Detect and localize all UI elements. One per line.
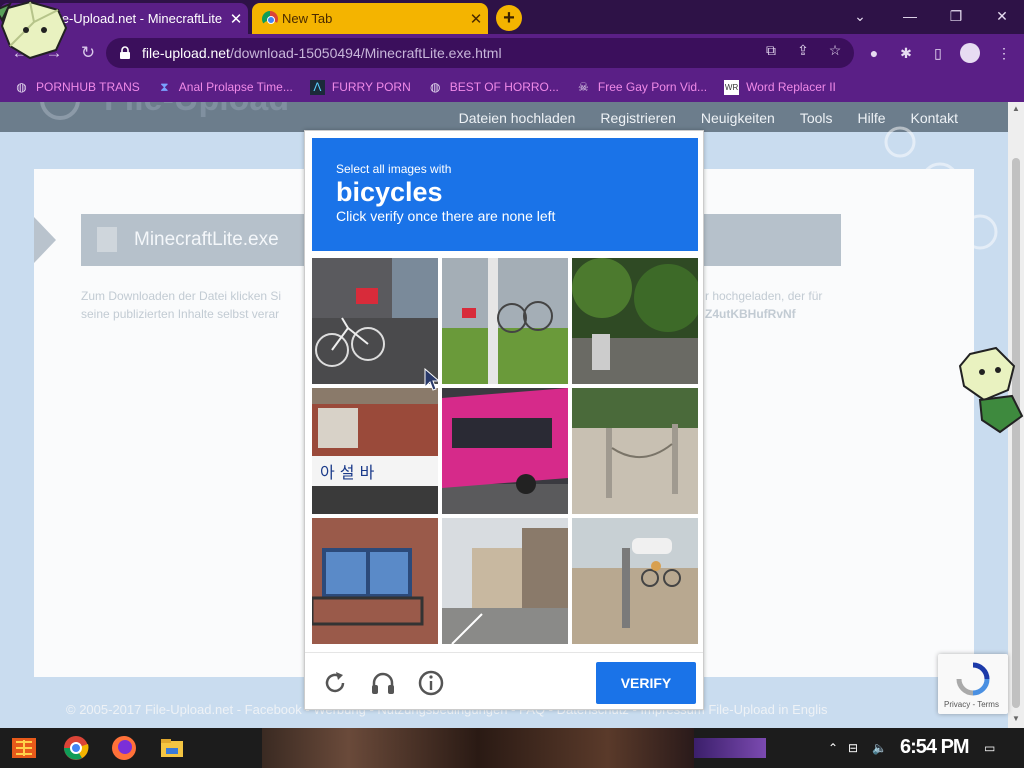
- nav-tools[interactable]: Tools: [800, 110, 833, 126]
- mouse-cursor-icon: [424, 368, 440, 391]
- captcha-tile-7[interactable]: [312, 518, 438, 644]
- info-icon[interactable]: [417, 669, 445, 697]
- image-grid: 아 설 바: [312, 258, 698, 644]
- lambda-icon: Λ: [309, 79, 325, 95]
- browser-toolbar: ← → ↻ file-upload.net/download-15050494/…: [0, 34, 1024, 72]
- audio-challenge-icon[interactable]: [369, 669, 397, 697]
- bookmark-icon: ⧗: [160, 79, 169, 94]
- tab-close-icon[interactable]: ✕: [224, 10, 248, 28]
- extensions-puzzle-icon[interactable]: ✱: [896, 43, 916, 63]
- scroll-up-icon[interactable]: ▲: [1011, 104, 1021, 113]
- captcha-tile-2[interactable]: [442, 258, 568, 384]
- file-name: MinecraftLite.exe: [134, 229, 279, 250]
- gem-character-sticker-icon: [0, 0, 68, 60]
- nav-news[interactable]: Neuigkeiten: [701, 110, 775, 126]
- bookmark-star-icon[interactable]: ☆: [826, 41, 844, 59]
- lock-icon[interactable]: [118, 46, 132, 60]
- volume-icon[interactable]: 🔈: [872, 741, 887, 755]
- taskbar-wallpaper: [262, 728, 694, 768]
- scroll-down-icon[interactable]: ▼: [1011, 714, 1021, 723]
- challenge-help: Click verify once there are none left: [336, 208, 556, 224]
- captcha-tile-5[interactable]: [442, 388, 568, 514]
- firefox-taskbar-icon[interactable]: [110, 734, 138, 762]
- bookmark-item[interactable]: ☠ Free Gay Porn Vid...: [576, 80, 707, 95]
- captcha-tile-1[interactable]: [312, 258, 438, 384]
- captcha-tile-4[interactable]: 아 설 바: [312, 388, 438, 514]
- site-logo[interactable]: File-Upload: [104, 102, 289, 119]
- captcha-tile-6[interactable]: [572, 388, 698, 514]
- wr-icon: WR: [724, 79, 740, 95]
- site-logo-ring-icon: [40, 102, 80, 120]
- side-panel-icon[interactable]: ▯: [928, 43, 948, 63]
- svg-text:아 설 바: 아 설 바: [320, 463, 375, 482]
- menu-kebab-icon[interactable]: ⋮: [994, 43, 1014, 63]
- file-explorer-taskbar-icon[interactable]: [158, 734, 186, 762]
- taskbar-clock[interactable]: 6:54 PM: [900, 736, 970, 759]
- profile-avatar[interactable]: [960, 43, 980, 63]
- tab-title: New Tab: [282, 11, 333, 26]
- gem-character-sticker-icon: [958, 346, 1024, 434]
- bookmark-item[interactable]: ◍ BEST OF HORRO...: [428, 80, 559, 95]
- reload-challenge-icon[interactable]: [321, 669, 349, 697]
- captcha-tile-9[interactable]: [572, 518, 698, 644]
- site-header: File-Upload Dateien hochladen Registrier…: [0, 102, 1008, 132]
- windows-taskbar: ⌃ ⊟ 🔈 6:54 PM ▭: [0, 728, 1024, 768]
- bookmarks-bar: ◍ PORNHUB TRANS ⧗ Anal Prolapse Time... ΛF…: [0, 72, 1024, 102]
- file-icon: [97, 227, 117, 252]
- address-bar[interactable]: file-upload.net/download-15050494/Minecr…: [106, 38, 854, 68]
- restore-button[interactable]: ❐: [936, 4, 976, 28]
- bookmark-item[interactable]: Λ FURRY PORN: [309, 79, 411, 95]
- tab-close-icon[interactable]: ✕: [464, 10, 488, 28]
- arrow-icon: [34, 217, 56, 263]
- close-window-button[interactable]: ✕: [982, 4, 1022, 28]
- extension-avatar-icon[interactable]: ●: [864, 43, 884, 63]
- captcha-tile-8[interactable]: [442, 518, 568, 644]
- captcha-tile-3[interactable]: [572, 258, 698, 384]
- new-tab-button[interactable]: +: [496, 5, 522, 31]
- verify-button[interactable]: VERIFY: [596, 662, 696, 704]
- globe-icon: ◍: [16, 79, 27, 94]
- challenge-instruction: Select all images with: [336, 162, 452, 176]
- challenge-header: Select all images with bicycles Click ve…: [312, 138, 698, 251]
- network-icon[interactable]: ⊟: [848, 741, 858, 755]
- recaptcha-links[interactable]: Privacy - Terms: [944, 700, 999, 709]
- challenge-target: bicycles: [336, 177, 443, 207]
- bookmark-item[interactable]: ◍ PORNHUB TRANS: [14, 80, 140, 95]
- notifications-icon[interactable]: ▭: [984, 741, 995, 755]
- chrome-taskbar-icon[interactable]: [62, 734, 90, 762]
- reload-icon[interactable]: ↻: [76, 41, 100, 65]
- translate-icon[interactable]: ⧉: [762, 41, 780, 59]
- globe-icon: ◍: [430, 79, 441, 94]
- tab-new-tab[interactable]: New Tab ✕: [252, 3, 488, 34]
- download-code: Z4utKBHufRvNf: [705, 307, 796, 321]
- start-menu-icon[interactable]: [10, 734, 38, 762]
- tray-chevron-icon[interactable]: ⌃: [828, 741, 838, 755]
- share-icon[interactable]: ⇪: [794, 41, 812, 59]
- taskbar-decoration: [694, 738, 766, 758]
- tab-strip: File-Upload.net - MinecraftLite ✕ New Ta…: [0, 0, 1024, 34]
- challenge-footer: VERIFY: [305, 652, 703, 710]
- chrome-favicon-icon: [262, 11, 278, 27]
- bookmark-item[interactable]: WR Word Replacer II: [724, 79, 836, 95]
- recaptcha-badge[interactable]: Privacy - Terms: [938, 654, 1008, 714]
- recaptcha-challenge: Select all images with bicycles Click ve…: [304, 130, 704, 710]
- skull-icon: ☠: [578, 79, 589, 94]
- bookmark-item[interactable]: ⧗ Anal Prolapse Time...: [157, 80, 293, 95]
- recaptcha-logo-icon: [956, 662, 990, 696]
- minimize-button[interactable]: —: [890, 4, 930, 28]
- url-text: file-upload.net/download-15050494/Minecr…: [142, 45, 502, 61]
- nav-upload[interactable]: Dateien hochladen: [459, 110, 576, 126]
- tab-search-icon[interactable]: ⌄: [840, 4, 880, 28]
- nav-register[interactable]: Registrieren: [600, 110, 675, 126]
